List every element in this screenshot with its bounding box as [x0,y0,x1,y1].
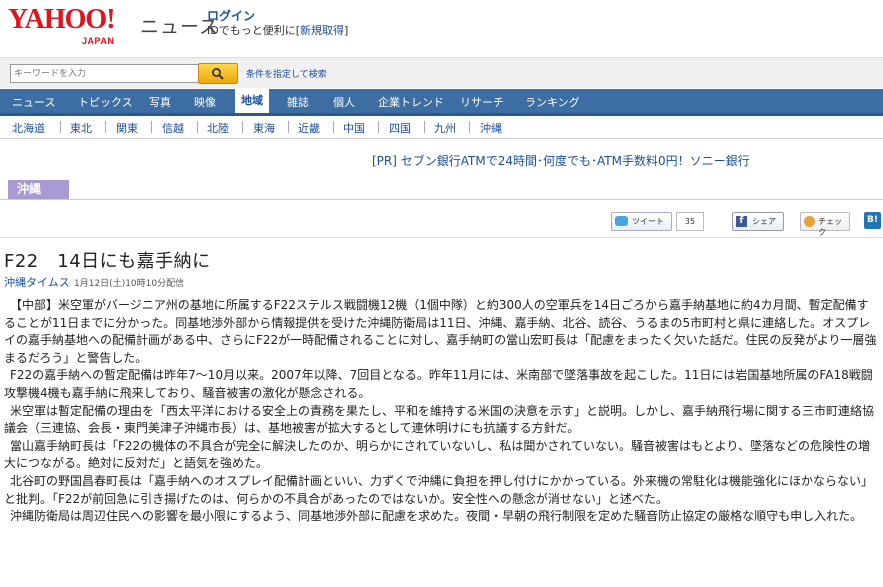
nav-ranking[interactable]: ランキング [525,94,580,110]
region-hokuriku[interactable]: 北陸 [207,120,229,136]
logo-main: YAHOO! [8,4,116,35]
article-paragraph: 沖縄防衛局は周辺住民への影響を最小限にするよう、同基地渉外部に配慮を求めた。夜間… [10,509,863,524]
nav-individual[interactable]: 個人 [333,94,355,110]
search-input[interactable] [10,64,201,83]
search-bar: 条件を指定して検索 [0,57,883,88]
article-source-link[interactable]: 沖縄タイムス [4,274,70,290]
check-label: チェック [818,217,842,237]
region-shikoku[interactable]: 四国 [389,120,411,136]
region-kanto[interactable]: 関東 [116,120,138,136]
divider [333,121,334,133]
divider [197,121,198,133]
logo-sub: JAPAN [82,36,115,46]
divider [288,121,289,133]
search-icon [212,68,224,80]
facebook-icon: f [736,216,747,227]
main-nav: ニュース トピックス 写真 映像 地域 雑誌 個人 企業トレンド リサーチ ラン… [0,89,883,116]
region-okinawa[interactable]: 沖縄 [480,120,502,136]
yahoo-japan-logo[interactable]: YAHOO! JAPAN [8,4,134,47]
article-paragraph: 【中部】米空軍がバージニア州の基地に所属するF22ステルス戦闘機12機（1個中隊… [4,298,877,365]
pr-ad-link[interactable]: [PR] セブン銀行ATMで24時間･何度でも･ATM手数料0円！ソニー銀行 [372,152,750,169]
region-shinetsu[interactable]: 信越 [162,120,184,136]
divider [424,121,425,133]
category-tab[interactable]: 沖縄 [8,180,69,199]
header: YAHOO! JAPAN ニュース ログイン IDでもっと便利に[新規取得] [0,0,883,50]
facebook-share-button[interactable]: f シェア [732,212,784,231]
tweet-count: 35 [676,212,704,231]
region-tokai[interactable]: 東海 [253,120,275,136]
nav-photo[interactable]: 写真 [149,94,171,110]
article-paragraph: 北谷町の野国昌春町長は「嘉手納へのオスプレイ配備計画といい、力ずくで沖縄に負担を… [4,473,874,506]
article-date: 1月12日(土)10時10分配信 [74,279,185,289]
region-kinki[interactable]: 近畿 [298,120,320,136]
search-button[interactable] [198,63,238,84]
divider [60,121,61,133]
divider [469,121,470,133]
region-hokkaido[interactable]: 北海道 [12,120,45,136]
divider [0,199,883,200]
region-subnav: 北海道 東北 関東 信越 北陸 東海 近畿 中国 四国 九州 沖縄 [0,116,883,139]
nav-magazine[interactable]: 雑誌 [287,94,309,110]
divider [0,237,883,238]
article-body: 【中部】米空軍がバージニア州の基地に所属するF22ステルス戦闘機12機（1個中隊… [4,297,880,526]
share-label: シェア [752,217,776,226]
login-sub-prefix: IDでもっと便利に[ [207,24,301,37]
nav-topics[interactable]: トピックス [78,94,133,110]
divider [242,121,243,133]
login-sub-suffix: ] [344,24,349,37]
article-paragraph: F22の嘉手納への暫定配備は昨年7～10月以来。2007年以降、7回目となる。昨… [4,368,873,400]
mixi-check-button[interactable]: チェック [800,212,850,237]
register-link[interactable]: 新規取得 [300,24,344,37]
nav-video[interactable]: 映像 [194,94,216,110]
nav-news[interactable]: ニュース [12,94,55,110]
mixi-icon [804,216,815,227]
twitter-icon [615,216,628,226]
region-chugoku[interactable]: 中国 [343,120,365,136]
divider [105,121,106,133]
article-paragraph: 米空軍は暫定配備の理由を「西太平洋における安全上の責務を果たし、平和を維持する米… [4,403,875,436]
hatena-bookmark-icon[interactable]: B! [864,212,881,229]
nav-region[interactable]: 地域 [235,89,269,113]
divider [151,121,152,133]
article-paragraph: 當山嘉手納町長は「F22の機体の不具合が完全に解決したのか、明らかにされていない… [4,438,871,471]
divider [378,121,379,133]
tweet-button[interactable]: ツイート [611,212,672,231]
region-kyushu[interactable]: 九州 [434,120,456,136]
advanced-search-link[interactable]: 条件を指定して検索 [246,67,327,80]
nav-business-trend[interactable]: 企業トレンド [378,94,444,110]
tweet-label: ツイート [632,217,664,226]
nav-research[interactable]: リサーチ [460,94,504,110]
article-title: F22 14日にも嘉手納に [4,251,211,272]
login-subtext: IDでもっと便利に[新規取得] [207,22,348,38]
region-tohoku[interactable]: 東北 [70,120,92,136]
